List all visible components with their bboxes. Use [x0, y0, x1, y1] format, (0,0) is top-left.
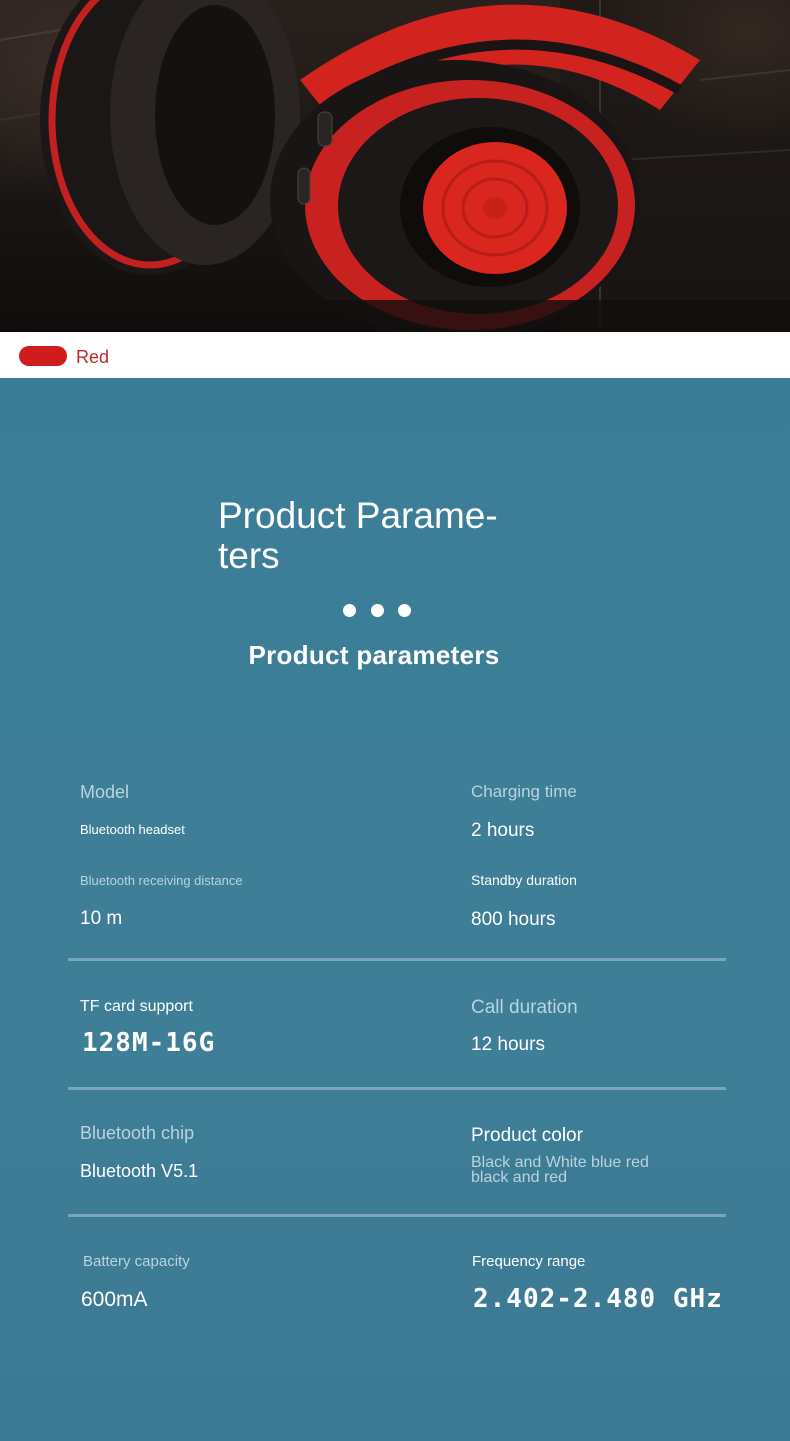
- bluetooth-chip-value: Bluetooth V5.1: [80, 1161, 199, 1181]
- dot-icon: [371, 604, 384, 617]
- divider: [68, 958, 726, 961]
- color-option-label: Red: [76, 347, 110, 367]
- product-color-value: Black and White blue red black and red: [471, 1155, 649, 1186]
- model-value: Bluetooth headset: [80, 822, 185, 837]
- dot-icon: [343, 604, 356, 617]
- color-option-bar: [0, 332, 790, 378]
- red-color-swatch[interactable]: [19, 346, 67, 366]
- battery-capacity-label: Battery capacity: [83, 1253, 190, 1270]
- section-title-line1: Product Parame-: [218, 495, 498, 536]
- frequency-range-label: Frequency range: [472, 1253, 586, 1270]
- distance-value: 10 m: [80, 908, 123, 929]
- section-title: Product Parame- ters: [218, 496, 548, 576]
- product-color-value-line2: black and red: [471, 1169, 568, 1186]
- dot-icon: [398, 604, 411, 617]
- product-photo: [0, 0, 790, 332]
- product-color-label: Product color: [471, 1125, 583, 1146]
- charging-time-value: 2 hours: [471, 820, 535, 841]
- bluetooth-chip-label: Bluetooth chip: [80, 1123, 195, 1143]
- tf-card-value: 128M-16G: [82, 1028, 216, 1058]
- divider: [68, 1214, 726, 1217]
- distance-label: Bluetooth receiving distance: [80, 873, 243, 888]
- frequency-range-value: 2.402-2.480 GHz: [473, 1284, 723, 1314]
- standby-value: 800 hours: [471, 909, 556, 930]
- headphones-illustration: [0, 0, 790, 332]
- section-subtitle: Product parameters: [248, 640, 500, 670]
- divider: [68, 1087, 726, 1090]
- call-duration-value: 12 hours: [471, 1034, 545, 1055]
- charging-time-label: Charging time: [471, 782, 577, 801]
- standby-label: Standby duration: [471, 872, 577, 888]
- tf-card-label: TF card support: [80, 998, 193, 1015]
- call-duration-label: Call duration: [471, 997, 578, 1018]
- section-title-line2: ters: [218, 535, 280, 576]
- model-label: Model: [80, 782, 130, 802]
- battery-capacity-value: 600mA: [81, 1288, 148, 1311]
